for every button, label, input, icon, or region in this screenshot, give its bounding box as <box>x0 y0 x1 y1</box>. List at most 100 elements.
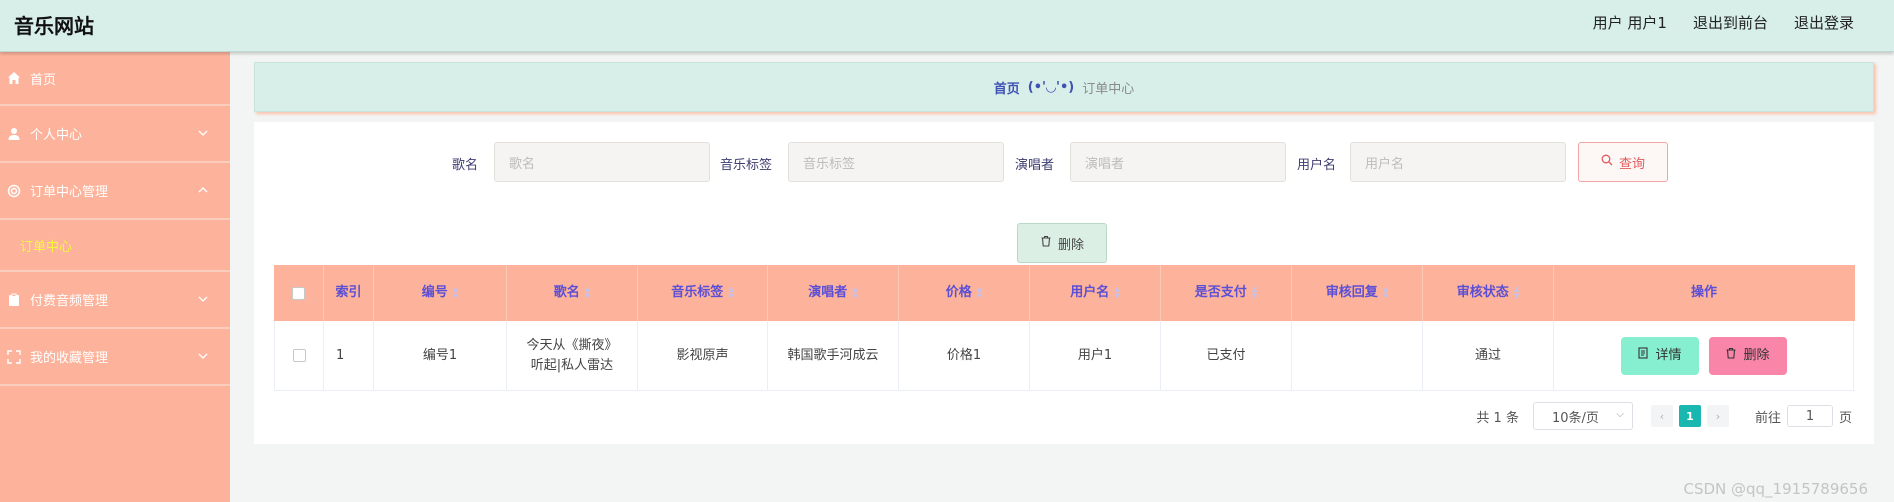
site-title: 音乐网站 <box>14 14 94 38</box>
sidebar-item-paid-audio[interactable]: 付费音频管理 <box>0 272 230 329</box>
main-panel: 歌名 歌名 音乐标签 音乐标签 演唱者 演唱者 用户名 用户名 查询 删除 索引… <box>254 122 1874 444</box>
query-button-label: 查询 <box>1618 156 1645 172</box>
detail-button-label: 详情 <box>1655 347 1682 363</box>
song-input[interactable]: 歌名 <box>494 142 710 182</box>
clipboard-icon <box>6 292 22 308</box>
column-header: 索引 <box>324 265 374 321</box>
back-to-front-link[interactable]: 退出到前台 <box>1693 12 1768 33</box>
search-icon <box>1601 154 1613 170</box>
sidebar: 首页 个人中心 订单中心管理 订单中心 付费音频管理 我的收藏管理 <box>0 52 230 502</box>
cell-username: 用户1 <box>1030 321 1161 390</box>
table-row: 1 编号1 今天从《撕夜》 听起|私人雷达 影视原声 韩国歌手河成云 价格1 用… <box>274 321 1855 391</box>
detail-button[interactable]: 详情 <box>1620 336 1699 375</box>
sort-icon[interactable]: ▲ ▼ <box>1252 286 1257 300</box>
page-unit-label: 页 <box>1838 410 1852 426</box>
cell-status: 通过 <box>1423 321 1554 390</box>
cell-tag: 影视原声 <box>638 321 768 390</box>
username-label: 用户名 <box>1297 158 1337 173</box>
tag-label: 音乐标签 <box>720 158 773 173</box>
row-delete-button[interactable]: 删除 <box>1708 336 1787 375</box>
user-icon <box>6 126 22 142</box>
cell-price: 价格1 <box>899 321 1030 390</box>
orders-table: 索引 编号 ▲ ▼ 歌名 ▲ ▼ 音乐标签 ▲ ▼ 演唱者 ▲ ▼ 价格 ▲ ▼ 用户名 ▲ ▼ 是否支… <box>274 265 1855 391</box>
sort-icon[interactable]: ▲ ▼ <box>1514 286 1519 300</box>
singer-input[interactable]: 演唱者 <box>1070 142 1286 182</box>
sidebar-item-label: 我的收藏管理 <box>30 351 109 366</box>
fullscreen-icon <box>6 349 22 365</box>
goto-label: 前往 <box>1754 410 1781 426</box>
song-label: 歌名 <box>452 158 479 173</box>
sort-icon[interactable]: ▲ ▼ <box>585 286 590 300</box>
watermark: CSDN @qq_1915789656 <box>1683 480 1868 498</box>
sort-icon[interactable]: ▲ ▼ <box>453 286 458 300</box>
breadcrumb-current: 订单中心 <box>1082 81 1135 97</box>
document-icon <box>1637 346 1649 366</box>
sort-icon[interactable]: ▲ ▼ <box>1383 286 1388 300</box>
song-line: 今天从《撕夜》 <box>526 337 618 353</box>
tag-input[interactable]: 音乐标签 <box>788 142 1004 182</box>
next-page-button[interactable]: › <box>1706 405 1729 427</box>
header-nav: 用户 用户1 退出到前台 退出登录 <box>1593 12 1854 33</box>
cell-reply <box>1292 321 1423 390</box>
breadcrumb-home[interactable]: 首页 <box>994 78 1020 97</box>
sidebar-item-personal[interactable]: 个人中心 <box>0 106 230 163</box>
breadcrumb-separator: (•'◡'•) <box>1027 79 1075 95</box>
column-header[interactable]: 审核回复 ▲ ▼ <box>1292 265 1423 321</box>
logout-link[interactable]: 退出登录 <box>1794 12 1854 33</box>
trash-icon <box>1725 346 1737 366</box>
query-button[interactable]: 查询 <box>1578 142 1668 182</box>
column-header[interactable]: 编号 ▲ ▼ <box>374 265 507 321</box>
chevron-down-icon <box>198 351 208 364</box>
cell-code: 编号1 <box>374 321 507 390</box>
cell-song: 今天从《撕夜》 听起|私人雷达 <box>507 321 638 390</box>
cell-index: 1 <box>324 321 374 390</box>
sort-icon[interactable]: ▲ ▼ <box>977 286 982 300</box>
sidebar-item-label: 个人中心 <box>30 128 83 143</box>
select-all-cell <box>274 265 324 321</box>
sidebar-item-home[interactable]: 首页 <box>0 52 230 106</box>
page-size-select[interactable]: 10条/页 ⌵ <box>1532 402 1633 430</box>
column-header[interactable]: 审核状态 ▲ ▼ <box>1423 265 1554 321</box>
chevron-down-icon <box>198 294 208 307</box>
chevron-down-icon <box>198 128 208 141</box>
current-user: 用户 用户1 <box>1592 14 1667 32</box>
batch-delete-label: 删除 <box>1057 237 1084 253</box>
sidebar-item-favorites[interactable]: 我的收藏管理 <box>0 329 230 386</box>
row-delete-label: 删除 <box>1743 347 1770 363</box>
page-number-current[interactable]: 1 <box>1678 405 1701 427</box>
column-header[interactable]: 歌名 ▲ ▼ <box>507 265 638 321</box>
home-icon <box>6 70 22 86</box>
sort-icon[interactable]: ▲ ▼ <box>728 286 733 300</box>
username-input[interactable]: 用户名 <box>1350 142 1566 182</box>
batch-delete-button[interactable]: 删除 <box>1017 223 1107 263</box>
total-count: 共 1 条 <box>1476 410 1519 426</box>
top-header: 音乐网站 用户 用户1 退出到前台 退出登录 <box>0 0 1894 52</box>
column-header[interactable]: 用户名 ▲ ▼ <box>1030 265 1161 321</box>
trash-icon <box>1040 235 1052 251</box>
song-line: 听起|私人雷达 <box>530 357 614 373</box>
table-header: 索引 编号 ▲ ▼ 歌名 ▲ ▼ 音乐标签 ▲ ▼ 演唱者 ▲ ▼ 价格 ▲ ▼ 用户名 ▲ ▼ 是否支… <box>274 265 1855 321</box>
select-all-checkbox[interactable] <box>292 286 305 300</box>
row-checkbox[interactable] <box>292 349 306 362</box>
cell-singer: 韩国歌手河成云 <box>768 321 899 390</box>
sidebar-item-label: 订单中心管理 <box>30 185 109 200</box>
sidebar-subitem-order-center[interactable]: 订单中心 <box>0 220 230 272</box>
lifebuoy-icon <box>6 183 22 199</box>
column-header[interactable]: 价格 ▲ ▼ <box>899 265 1030 321</box>
column-header[interactable]: 音乐标签 ▲ ▼ <box>638 265 768 321</box>
chevron-down-icon: ⌵ <box>1616 409 1624 420</box>
row-select-cell <box>275 321 324 390</box>
sort-icon[interactable]: ▲ ▼ <box>852 286 857 300</box>
column-header[interactable]: 演唱者 ▲ ▼ <box>768 265 899 321</box>
prev-page-button[interactable]: ‹ <box>1650 405 1673 427</box>
cell-actions: 详情 删除 <box>1554 321 1854 390</box>
goto-page-input[interactable]: 1 <box>1786 405 1833 427</box>
column-header[interactable]: 是否支付 ▲ ▼ <box>1161 265 1292 321</box>
sort-icon[interactable]: ▲ ▼ <box>1114 286 1119 300</box>
singer-label: 演唱者 <box>1015 158 1055 173</box>
sidebar-item-orders[interactable]: 订单中心管理 <box>0 163 230 220</box>
page-size-value: 10条/页 <box>1551 410 1599 426</box>
sidebar-item-label: 付费音频管理 <box>30 294 109 309</box>
sidebar-item-label: 首页 <box>30 72 57 88</box>
breadcrumb: 首页 (•'◡'•) 订单中心 <box>254 62 1874 112</box>
